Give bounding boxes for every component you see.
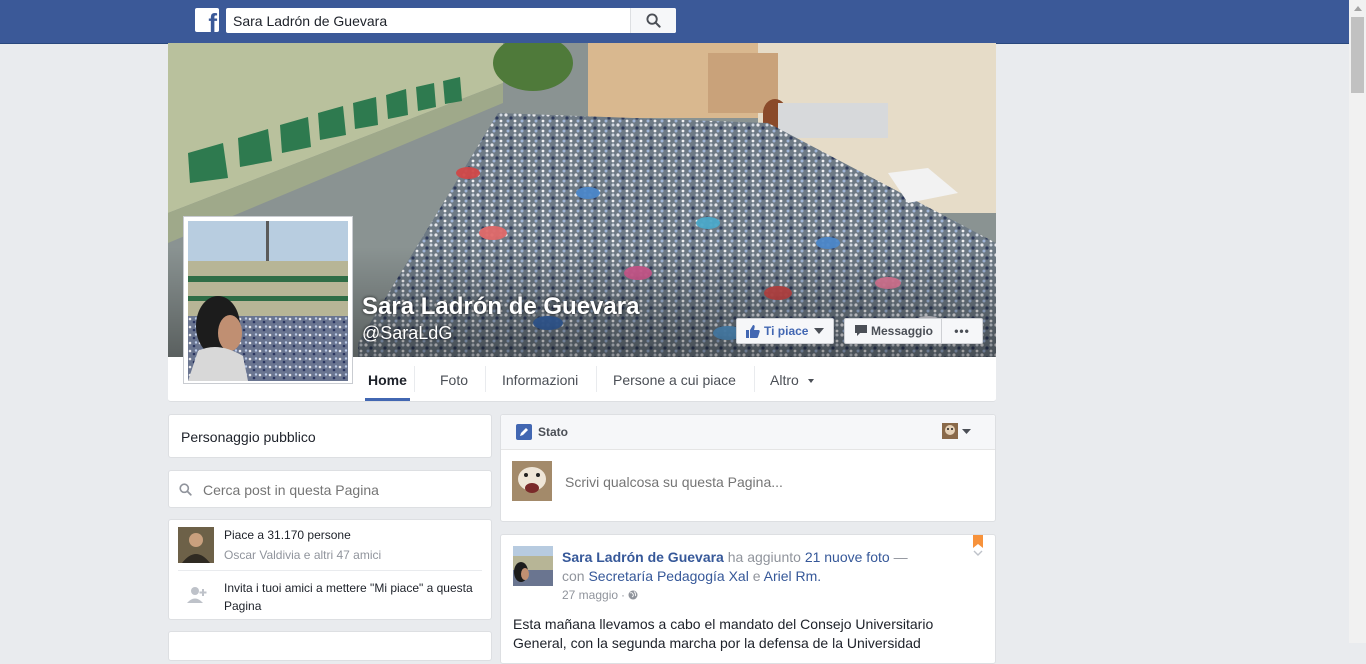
post-composer: Stato — [500, 414, 996, 522]
post-meta: 27 maggio · — [562, 588, 638, 602]
divider — [178, 570, 482, 571]
post-dash: — — [893, 549, 908, 565]
posting-as-avatar[interactable] — [942, 423, 958, 439]
profile-picture-image — [188, 221, 348, 381]
post-body-line: General, con la segunda marcha por la de… — [513, 635, 921, 651]
like-page-button[interactable]: Ti piace — [736, 318, 834, 344]
composer-input[interactable] — [563, 469, 967, 495]
dropdown-caret-icon — [807, 379, 814, 384]
facebook-logo-icon[interactable]: f — [195, 8, 219, 32]
page-category-card: Personaggio pubblico — [168, 414, 492, 458]
post-options-chevron-icon[interactable] — [973, 550, 983, 556]
page-post-search — [168, 470, 492, 508]
page-category: Personaggio pubblico — [181, 429, 316, 445]
likes-card: Piace a 31.170 persone Oscar Valdivia e … — [168, 519, 492, 620]
likes-count[interactable]: Piace a 31.170 persone — [224, 528, 351, 542]
tab-likes[interactable]: Persone a cui piace — [613, 357, 736, 401]
add-friend-icon — [187, 587, 207, 603]
post-tag-link[interactable]: Ariel Rm. — [764, 568, 822, 584]
chevron-down-icon[interactable] — [962, 429, 971, 434]
bookmark-icon[interactable] — [973, 535, 983, 548]
search-button[interactable] — [630, 8, 676, 33]
status-tab[interactable]: Stato — [538, 425, 568, 439]
pencil-icon — [516, 424, 532, 440]
feed-post: Sara Ladrón de Guevara ha aggiunto 21 nu… — [500, 534, 996, 664]
search-icon — [646, 13, 661, 28]
page-post-search-input[interactable] — [201, 477, 485, 503]
tab-more[interactable]: Altro — [770, 357, 814, 401]
tab-separator — [596, 366, 597, 392]
invite-friends-link[interactable]: Invita i tuoi amici a mettere "Mi piace"… — [224, 579, 484, 615]
page-scrollbar[interactable] — [1349, 0, 1366, 643]
post-photos-link[interactable]: 21 nuove foto — [805, 549, 890, 565]
user-avatar — [512, 461, 552, 501]
search-box — [226, 8, 676, 33]
profile-picture[interactable] — [183, 216, 353, 384]
tab-about[interactable]: Informazioni — [502, 357, 578, 401]
globe-icon[interactable] — [628, 590, 638, 600]
chevron-down-icon — [814, 328, 825, 334]
friend-avatar[interactable] — [178, 527, 214, 563]
scrollbar-thumb[interactable] — [1351, 17, 1364, 93]
next-card — [168, 631, 492, 661]
tab-separator — [414, 366, 415, 392]
search-icon — [179, 483, 192, 496]
more-dots-label: ••• — [954, 324, 970, 338]
composer-header — [501, 415, 995, 450]
message-button-label: Messaggio — [871, 324, 934, 338]
page-username[interactable]: @SaraLdG — [362, 323, 452, 344]
search-input[interactable] — [226, 8, 633, 33]
post-tag-link[interactable]: Secretaría Pedagogía Xal — [588, 568, 748, 584]
post-header: Sara Ladrón de Guevara ha aggiunto 21 nu… — [562, 548, 932, 586]
tab-separator — [485, 366, 486, 392]
post-date[interactable]: 27 maggio — [562, 588, 618, 602]
message-bubble-icon — [855, 325, 867, 336]
top-bar: f — [0, 0, 1349, 44]
thumbs-up-icon — [746, 324, 760, 338]
friends-who-like[interactable]: Oscar Valdivia e altri 47 amici — [224, 548, 381, 562]
post-author-avatar[interactable] — [513, 546, 553, 586]
tab-photos[interactable]: Foto — [440, 357, 468, 401]
scroll-up-arrow-icon[interactable] — [1349, 0, 1366, 17]
post-and-text: e — [752, 568, 761, 584]
post-body-line: Esta mañana llevamos a cabo el mandato d… — [513, 616, 934, 632]
message-button[interactable]: Messaggio — [844, 318, 942, 344]
tab-home[interactable]: Home — [365, 357, 410, 401]
more-options-button[interactable]: ••• — [941, 318, 983, 344]
post-with-text: con — [562, 568, 585, 584]
post-action-text: ha aggiunto — [727, 549, 801, 565]
tab-separator — [754, 366, 755, 392]
meta-dot: · — [621, 588, 626, 602]
like-button-label: Ti piace — [764, 324, 809, 338]
page-title[interactable]: Sara Ladrón de Guevara — [362, 293, 639, 321]
post-author-link[interactable]: Sara Ladrón de Guevara — [562, 549, 724, 565]
